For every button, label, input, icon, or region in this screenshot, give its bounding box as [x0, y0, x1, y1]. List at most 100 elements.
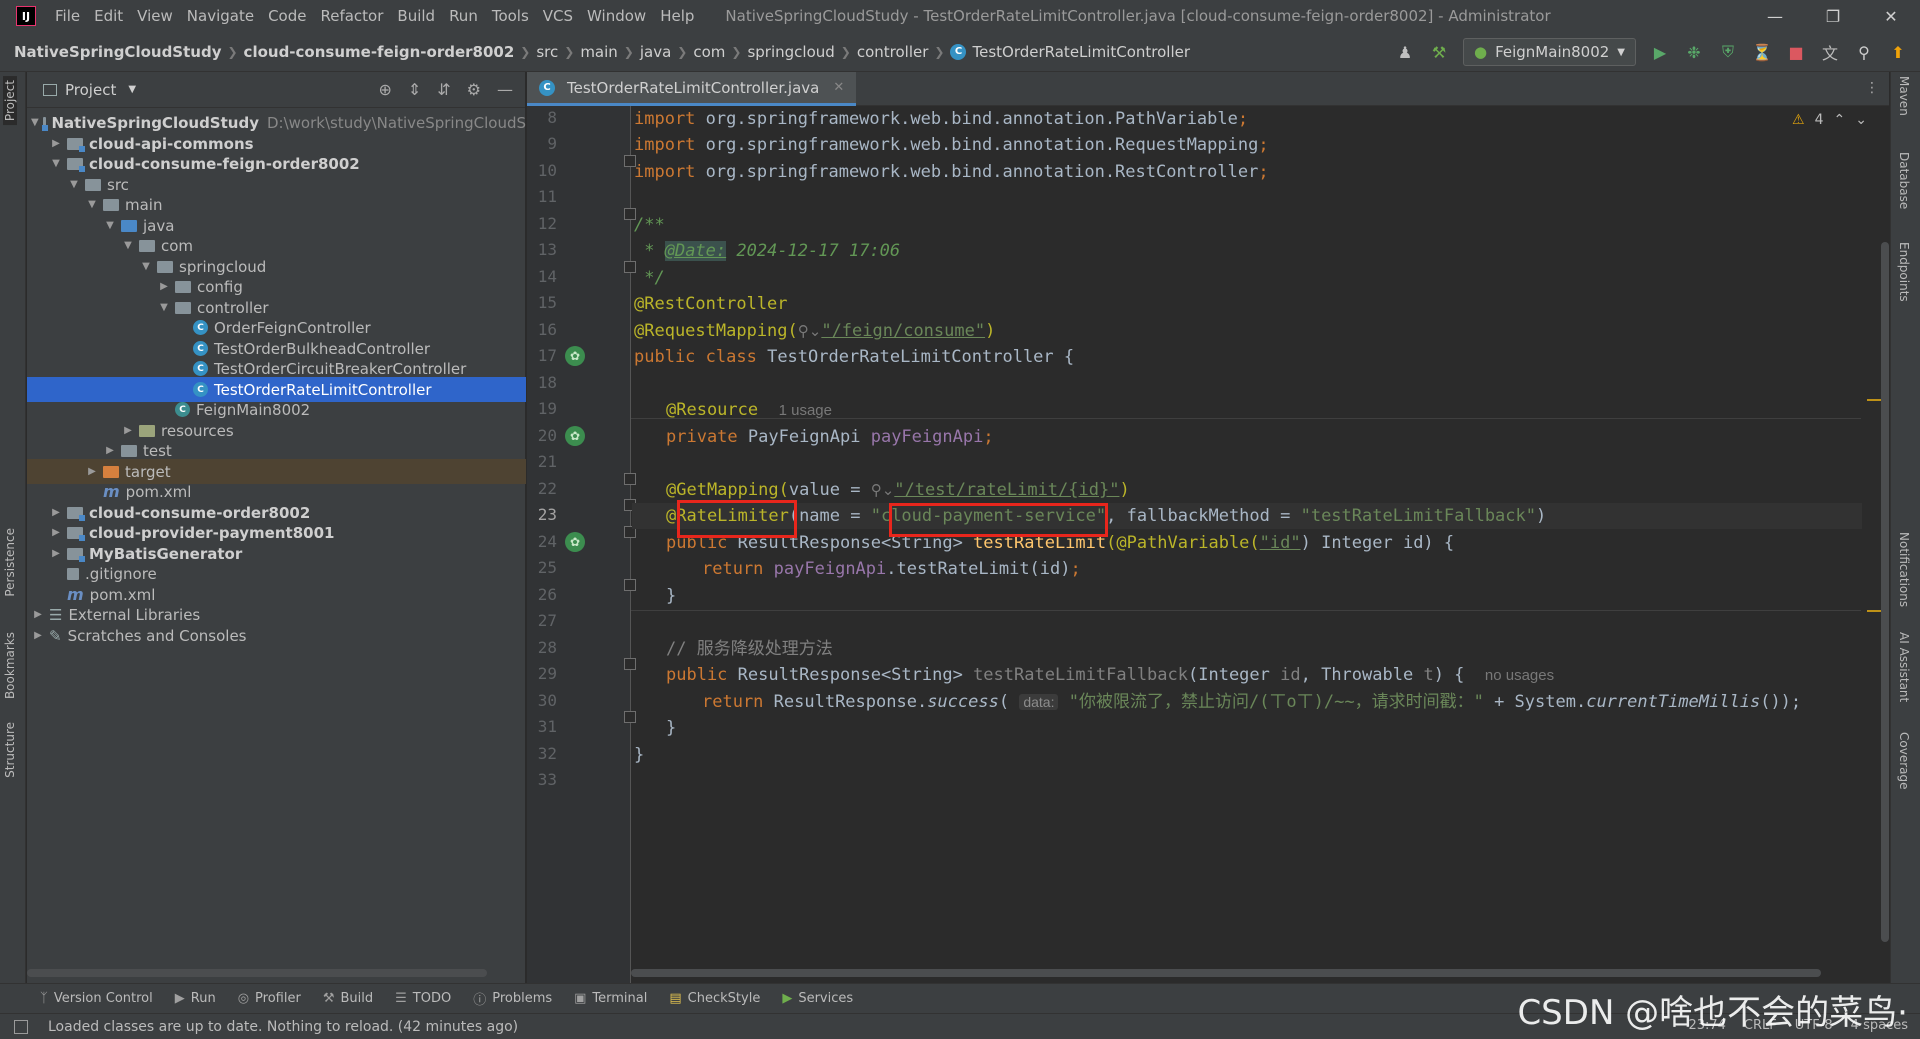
line-number: 22 — [537, 479, 557, 498]
menu-build[interactable]: Build — [390, 0, 442, 32]
line-number: 17 — [537, 346, 557, 365]
tool-terminal[interactable]: ▣ Terminal — [574, 991, 647, 1006]
menu-file[interactable]: File — [48, 0, 87, 32]
run-configuration-select[interactable]: ● FeignMain8002 ▼ — [1462, 38, 1636, 66]
collapse-all-icon[interactable]: ⇵ — [437, 80, 450, 99]
run-icon: ▶ — [174, 991, 185, 1006]
breadcrumb-item[interactable]: com — [693, 43, 725, 61]
code-line: } — [634, 745, 645, 765]
tool-services[interactable]: ▶ Services — [782, 991, 853, 1006]
error-stripe-marker[interactable] — [1867, 399, 1881, 401]
line-number: 18 — [537, 373, 557, 392]
class-icon: C — [193, 382, 208, 397]
tool-checkstyle[interactable]: ▤ CheckStyle — [669, 991, 760, 1006]
breadcrumb-item[interactable]: main — [580, 43, 617, 61]
tool-version-control[interactable]: ᛉ Version Control — [40, 991, 153, 1006]
breadcrumb-item[interactable]: C TestOrderRateLimitController — [950, 43, 1190, 61]
tool-problems[interactable]: ⓘ Problems — [473, 989, 552, 1008]
list-icon: ☰ — [395, 991, 407, 1006]
tool-tab-project[interactable]: Project — [3, 76, 17, 126]
line-number: 23 — [537, 505, 557, 524]
chevron-down-icon[interactable]: ▼ — [128, 84, 136, 95]
restore-icon[interactable]: ❐ — [1804, 0, 1862, 32]
expand-all-icon[interactable]: ⇕ — [408, 80, 421, 99]
inspection-widget[interactable]: ⚠ 4 ⌃ ⌄ — [1792, 112, 1867, 128]
more-options-icon[interactable]: ⋮ — [1865, 80, 1879, 96]
usage-hint[interactable]: 1 usage — [779, 402, 832, 419]
status-message[interactable]: Loaded classes are up to date. Nothing t… — [48, 1019, 518, 1035]
menu-tools[interactable]: Tools — [485, 0, 536, 32]
tool-todo[interactable]: ☰ TODO — [395, 991, 451, 1006]
tool-run[interactable]: ▶ Run — [175, 991, 216, 1006]
vertical-scrollbar[interactable] — [1881, 242, 1889, 942]
horizontal-scrollbar[interactable] — [27, 969, 487, 977]
editor-tab-active[interactable]: C TestOrderRateLimitController.java ✕ — [527, 72, 857, 106]
horizontal-scrollbar[interactable] — [631, 969, 1821, 977]
breadcrumb-item[interactable]: controller — [857, 43, 929, 61]
translate-icon[interactable]: 文 — [1820, 42, 1840, 63]
line-number: 19 — [537, 399, 557, 418]
spring-bean-icon[interactable]: ✿ — [565, 426, 585, 446]
stop-icon[interactable]: ■ — [1786, 42, 1806, 62]
spring-bean-icon[interactable]: ✿ — [565, 346, 585, 366]
locate-icon[interactable]: ⊕ — [378, 80, 391, 99]
close-icon[interactable]: ✕ — [1862, 0, 1920, 32]
error-stripe-marker[interactable] — [1867, 610, 1881, 612]
menu-refactor[interactable]: Refactor — [313, 0, 390, 32]
breadcrumb-item[interactable]: NativeSpringCloudStudy — [14, 43, 221, 61]
code-area[interactable]: import org.springframework.web.bind.anno… — [632, 106, 1862, 983]
globe-icon[interactable]: ⚲⌄ — [798, 323, 822, 340]
hide-icon[interactable]: — — [497, 80, 513, 99]
tool-build[interactable]: ⚒ Build — [323, 991, 373, 1006]
build-hammer-icon[interactable]: ⚒ — [1429, 42, 1449, 62]
menu-edit[interactable]: Edit — [87, 0, 130, 32]
breadcrumb-item[interactable]: cloud-consume-feign-order8002 — [244, 43, 515, 61]
menu-help[interactable]: Help — [653, 0, 701, 32]
update-icon[interactable]: ⬆ — [1888, 42, 1908, 62]
menu-navigate[interactable]: Navigate — [180, 0, 261, 32]
tool-tab-persistence[interactable]: Persistence — [3, 528, 17, 597]
tool-tab-coverage[interactable]: Coverage — [1897, 732, 1911, 790]
globe-icon[interactable]: ⚲⌄ — [871, 482, 895, 499]
close-tab-icon[interactable]: ✕ — [833, 80, 844, 95]
breadcrumb-item[interactable]: java — [640, 43, 671, 61]
tool-tab-endpoints[interactable]: Endpoints — [1897, 242, 1911, 302]
tool-windows-icon[interactable] — [14, 1020, 28, 1034]
tool-tab-bookmarks[interactable]: Bookmarks — [3, 632, 17, 699]
line-number: 27 — [537, 611, 557, 630]
tool-tab-ai-assistant[interactable]: AI Assistant — [1897, 632, 1911, 702]
window-controls: — ❐ ✕ — [1746, 0, 1920, 32]
project-panel-title[interactable]: Project — [65, 81, 116, 99]
breadcrumb-item[interactable]: src — [536, 43, 558, 61]
tool-profiler[interactable]: ◎ Profiler — [238, 991, 301, 1006]
line-number: 26 — [537, 585, 557, 604]
spring-endpoint-icon[interactable]: ✿ — [565, 532, 585, 552]
breadcrumb-item[interactable]: springcloud — [747, 43, 834, 61]
run-icon[interactable]: ▶ — [1650, 42, 1670, 62]
debug-icon[interactable]: ❉ — [1684, 42, 1704, 62]
menu-vcs[interactable]: VCS — [536, 0, 580, 32]
minimize-icon[interactable]: — — [1746, 0, 1804, 32]
right-tool-strip: Maven Database Endpoints Notifications A… — [1890, 72, 1920, 983]
user-icon[interactable]: ♟ — [1395, 42, 1415, 62]
editor-tab-bar: C TestOrderRateLimitController.java ✕ ⋮ — [527, 72, 1889, 106]
profiler-icon[interactable]: ⏳ — [1752, 42, 1772, 62]
menu-view[interactable]: View — [130, 0, 180, 32]
usage-hint[interactable]: no usages — [1485, 667, 1554, 684]
gear-icon[interactable]: ⚙ — [467, 80, 481, 99]
tool-tab-structure[interactable]: Structure — [3, 722, 17, 778]
search-icon[interactable]: ⚲ — [1854, 42, 1874, 62]
chevron-down-icon[interactable]: ⌄ — [1855, 112, 1867, 128]
tree-item[interactable]: ▶ ✎ Scratches and Consoles — [27, 623, 526, 648]
menu-code[interactable]: Code — [261, 0, 313, 32]
menu-window[interactable]: Window — [580, 0, 653, 32]
menu-run[interactable]: Run — [442, 0, 485, 32]
tool-tab-maven[interactable]: Maven — [1897, 76, 1911, 116]
coverage-icon[interactable]: ⛨ — [1718, 42, 1738, 62]
intellij-logo-icon[interactable]: IJ — [16, 6, 36, 26]
tool-tab-notifications[interactable]: Notifications — [1897, 532, 1911, 607]
chevron-up-icon[interactable]: ⌃ — [1834, 112, 1846, 128]
tool-tab-database[interactable]: Database — [1897, 152, 1911, 209]
services-icon: ▶ — [782, 991, 793, 1006]
warning-icon: ⚠ — [1792, 112, 1805, 128]
